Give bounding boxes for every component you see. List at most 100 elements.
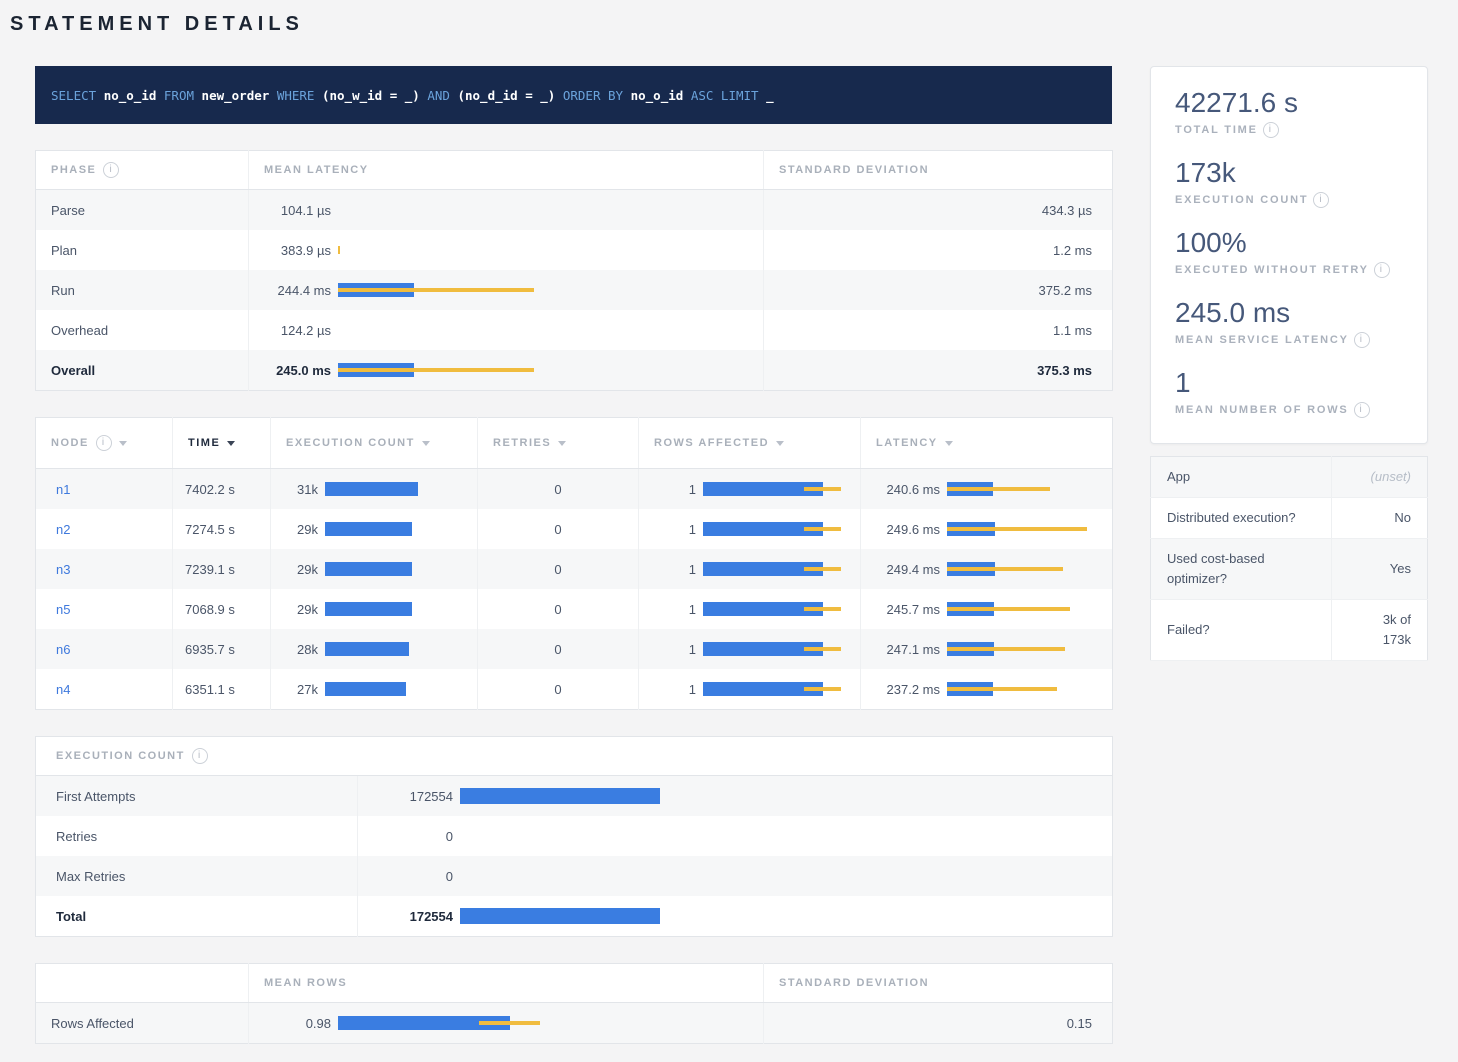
column-label: PHASE bbox=[51, 164, 96, 176]
node-cell: n4 bbox=[36, 669, 173, 710]
detail-value: Yes bbox=[1390, 559, 1411, 579]
cell-value: 1 bbox=[654, 522, 696, 537]
column-label: MEAN ROWS bbox=[264, 977, 347, 989]
sql-keyword: ASC bbox=[691, 88, 714, 103]
phase-cell: Overhead bbox=[36, 310, 249, 350]
info-icon[interactable]: i bbox=[96, 435, 112, 451]
sort-desc-icon bbox=[776, 441, 784, 446]
standard-deviation-column-header: STANDARD DEVIATION bbox=[764, 151, 1113, 190]
info-icon[interactable]: i bbox=[103, 162, 119, 178]
bar-stddev bbox=[804, 647, 841, 651]
summary-stat: 100%EXECUTED WITHOUT RETRYi bbox=[1175, 225, 1403, 279]
cell-value: 0.98 bbox=[264, 1016, 331, 1031]
bar-stddev bbox=[947, 607, 1070, 611]
column-label: STANDARD DEVIATION bbox=[779, 977, 929, 989]
cell-value: 245.0 ms bbox=[264, 363, 331, 378]
sort-desc-icon bbox=[945, 441, 953, 446]
retries-cell: 0 bbox=[478, 469, 639, 510]
cell-value: 237.2 ms bbox=[876, 682, 940, 697]
detail-label-cell: Distributed execution? bbox=[1151, 498, 1332, 539]
retries-cell: 0 bbox=[478, 509, 639, 549]
bar-stddev bbox=[804, 607, 841, 611]
sortable-column-header-latency[interactable]: LATENCY bbox=[861, 418, 1113, 469]
node-link[interactable]: n2 bbox=[51, 522, 70, 537]
label-cell: Max Retries bbox=[36, 856, 358, 896]
column-label: STANDARD DEVIATION bbox=[779, 164, 929, 176]
cell-value: 29k bbox=[286, 562, 318, 577]
table-row: n57068.9 s29k01245.7 ms bbox=[36, 589, 1113, 629]
table-row: Distributed execution?No bbox=[1151, 498, 1428, 539]
bar-chart bbox=[947, 522, 1087, 536]
info-icon[interactable]: i bbox=[1354, 402, 1370, 418]
rows-affected-cell: 1 bbox=[639, 589, 861, 629]
column-label: NODE bbox=[51, 437, 89, 449]
info-icon[interactable]: i bbox=[192, 748, 208, 764]
bar-mean bbox=[325, 562, 412, 576]
time-cell: 7402.2 s bbox=[173, 469, 271, 510]
node-link[interactable]: n3 bbox=[51, 562, 70, 577]
bar-chart bbox=[325, 682, 406, 696]
info-icon[interactable]: i bbox=[1374, 262, 1390, 278]
phase-cell: Run bbox=[36, 270, 249, 310]
sortable-column-header-rows-affected[interactable]: ROWS AFFECTED bbox=[639, 418, 861, 469]
bar-stddev bbox=[804, 527, 841, 531]
rows-affected-cell: 1 bbox=[639, 669, 861, 710]
column-label: MEAN LATENCY bbox=[264, 164, 369, 176]
bar-stddev bbox=[947, 527, 1087, 531]
node-cell: n1 bbox=[36, 469, 173, 510]
detail-value: 3k of 173k bbox=[1353, 610, 1411, 650]
node-link[interactable]: n6 bbox=[51, 642, 70, 657]
bar-chart bbox=[703, 562, 841, 576]
bar-stddev bbox=[804, 687, 841, 691]
detail-value-cell: Yes bbox=[1332, 539, 1428, 600]
latency-cell: 245.7 ms bbox=[861, 589, 1113, 629]
table-row: n46351.1 s27k01237.2 ms bbox=[36, 669, 1113, 710]
execution-count-cell: 28k bbox=[271, 629, 478, 669]
bar-mean bbox=[325, 522, 412, 536]
summary-stat: 42271.6 sTOTAL TIMEi bbox=[1175, 85, 1403, 139]
sql-keyword: AND bbox=[427, 88, 450, 103]
stat-label-text: TOTAL TIME bbox=[1175, 124, 1258, 136]
bar-chart bbox=[947, 682, 1057, 696]
table-row: Plan383.9 µs1.2 ms bbox=[36, 230, 1113, 270]
content-layout: SELECT no_o_id FROM new_order WHERE (no_… bbox=[0, 36, 1458, 1044]
time-cell: 6351.1 s bbox=[173, 669, 271, 710]
table-row: Failed?3k of 173k bbox=[1151, 600, 1428, 661]
table-row: Max Retries0 bbox=[36, 856, 1113, 896]
execution-count-cell: 31k bbox=[271, 469, 478, 510]
node-link[interactable]: n1 bbox=[51, 482, 70, 497]
node-cell: n2 bbox=[36, 509, 173, 549]
cell-value: 31k bbox=[286, 482, 318, 497]
bar-chart bbox=[947, 602, 1070, 616]
sortable-column-header-time[interactable]: TIME bbox=[173, 418, 271, 469]
bar-chart bbox=[338, 1016, 540, 1030]
stat-label-text: EXECUTED WITHOUT RETRY bbox=[1175, 264, 1369, 276]
rows-affected-cell: 1 bbox=[639, 469, 861, 510]
label-cell: Total bbox=[36, 896, 358, 937]
node-link[interactable]: n5 bbox=[51, 602, 70, 617]
bar-mean bbox=[325, 642, 409, 656]
bar-mean bbox=[460, 788, 660, 804]
time-cell: 6935.7 s bbox=[173, 629, 271, 669]
sidebar: 42271.6 sTOTAL TIMEi173kEXECUTION COUNTi… bbox=[1150, 66, 1428, 661]
bar-chart bbox=[338, 283, 534, 297]
mean-latency-cell: 245.0 ms bbox=[249, 350, 764, 391]
retries-cell: 0 bbox=[478, 629, 639, 669]
info-icon[interactable]: i bbox=[1354, 332, 1370, 348]
cell-value: 249.6 ms bbox=[876, 522, 940, 537]
cell-value: 172554 bbox=[373, 909, 453, 924]
info-icon[interactable]: i bbox=[1263, 122, 1279, 138]
cell-value: 1 bbox=[654, 682, 696, 697]
sortable-column-header-retries[interactable]: RETRIES bbox=[478, 418, 639, 469]
stat-value: 1 bbox=[1175, 365, 1403, 401]
sortable-column-header-execution-count[interactable]: EXECUTION COUNT bbox=[271, 418, 478, 469]
standard-deviation-cell: 0.15 bbox=[764, 1003, 1113, 1044]
bar-chart bbox=[460, 908, 660, 924]
sortable-column-header-node[interactable]: NODE i bbox=[36, 418, 173, 469]
info-icon[interactable]: i bbox=[1313, 192, 1329, 208]
stat-label: MEAN SERVICE LATENCYi bbox=[1175, 331, 1403, 349]
standard-deviation-cell: 1.2 ms bbox=[764, 230, 1113, 270]
sql-keyword: FROM bbox=[164, 88, 194, 103]
node-link[interactable]: n4 bbox=[51, 682, 70, 697]
empty-column-header bbox=[36, 964, 249, 1003]
